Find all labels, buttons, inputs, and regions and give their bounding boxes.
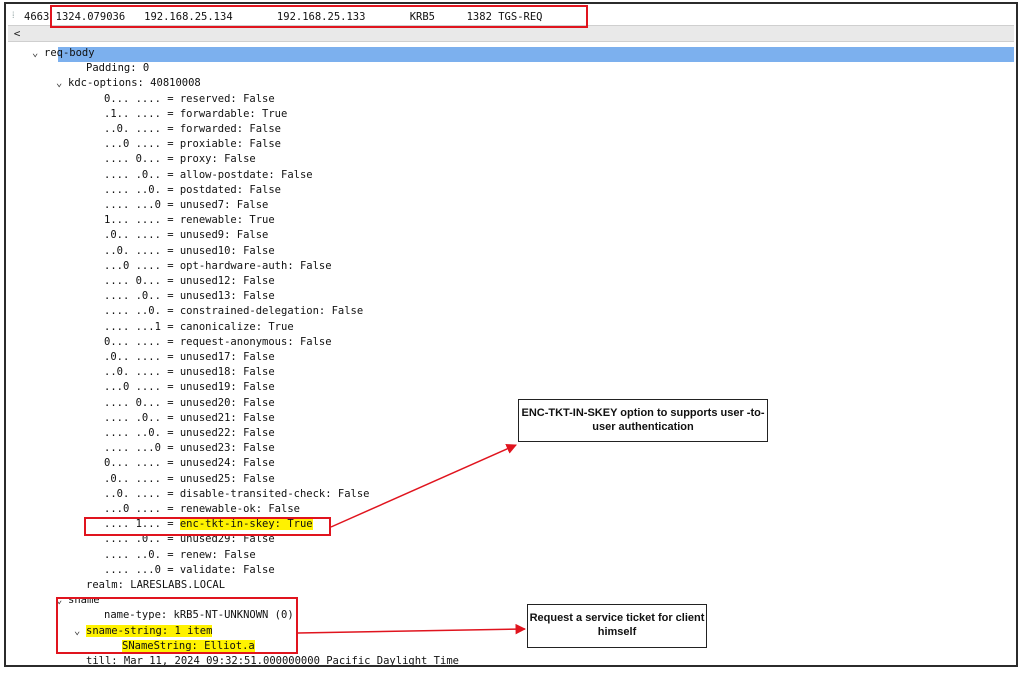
tree-flag-line[interactable]: ..0. .... = disable-transited-check: Fal… (104, 487, 370, 502)
tree-flag-line[interactable]: ...0 .... = renewable-ok: False (104, 502, 300, 517)
tree-flag-line[interactable]: .... 0... = unused20: False (104, 396, 275, 411)
tree-flag-line-text: .... ..0. = constrained-delegation: Fals… (104, 305, 364, 318)
tree-flag-line-text: .... ..0. = postdated: False (104, 183, 282, 196)
tree-flag-line[interactable]: .... ...1 = canonicalize: True (104, 320, 294, 335)
tree-flag-line-text: .... .0.. = unused13: False (104, 290, 275, 303)
packet-row-annotation-box (50, 5, 588, 28)
tree-flag-line[interactable]: .... 0... = unused12: False (104, 274, 275, 289)
tree-realm[interactable]: realm: LARESLABS.LOCAL (86, 578, 225, 593)
tree-req-body[interactable]: ⌄ req-body (32, 46, 95, 61)
tree-flag-line-text: ...0 .... = opt-hardware-auth: False (104, 259, 332, 272)
tree-flag-line[interactable]: .... .0.. = unused13: False (104, 289, 275, 304)
tree-kdc-options-text: kdc-options: 40810008 (68, 77, 201, 90)
tree-flag-line-text: .... ...0 = unused23: False (104, 442, 275, 455)
tree-flag-line[interactable]: ...0 .... = proxiable: False (104, 137, 281, 152)
tree-flag-line[interactable]: ...0 .... = opt-hardware-auth: False (104, 259, 332, 274)
tree-flag-line-text: .0.. .... = unused17: False (104, 351, 275, 363)
tree-flag-line-text: .1.. .... = forwardable: True (104, 107, 288, 120)
tree-flag-line-text: ..0. .... = unused10: False (104, 244, 275, 257)
selected-row-highlight (58, 47, 1014, 62)
enc-tkt-annotation-box (84, 517, 331, 536)
tree-flag-line[interactable]: .... 0... = proxy: False (104, 152, 256, 167)
expand-chevron-icon[interactable]: ⌄ (56, 76, 68, 91)
enc-tkt-callout: ENC-TKT-IN-SKEY option to supports user … (518, 399, 768, 442)
tree-till-text: till: Mar 11, 2024 09:32:51.000000000 Pa… (86, 655, 459, 667)
tree-flag-line[interactable]: .0.. .... = unused25: False (104, 472, 275, 487)
tree-flag-line[interactable]: ..0. .... = forwarded: False (104, 122, 281, 137)
tree-flag-line-text: .... 0... = unused20: False (104, 396, 275, 409)
tree-flag-line[interactable]: .1.. .... = forwardable: True (104, 107, 287, 122)
tree-flag-line-text: .... 0... = unused12: False (104, 275, 275, 287)
tree-flag-line-text: ...0 .... = proxiable: False (104, 138, 282, 151)
tree-flag-line-text: .... ..0. = renew: False (104, 548, 256, 561)
tree-req-body-text: req-body (44, 47, 95, 59)
tree-flag-line[interactable]: .0.. .... = unused17: False (104, 350, 275, 365)
tree-flag-line-text: .... .0.. = unused21: False (104, 411, 275, 424)
tree-flag-line-text: .0.. .... = unused25: False (104, 472, 275, 485)
tree-flag-line-text: ..0. .... = unused18: False (104, 366, 275, 379)
packet-marker-icon: ⁞ (12, 11, 15, 21)
enc-tkt-callout-text: ENC-TKT-IN-SKEY option to supports user … (521, 407, 765, 433)
tree-flag-line-text: ..0. .... = disable-transited-check: Fal… (104, 487, 370, 500)
tree-flag-line-text: ...0 .... = unused19: False (104, 381, 275, 394)
tree-flag-line[interactable]: ...0 .... = unused19: False (104, 380, 275, 395)
tree-flag-line-text: 0... .... = reserved: False (104, 92, 275, 105)
tree-flag-line-text: .... ...0 = unused7: False (104, 199, 269, 211)
tree-flag-line-text: .0.. .... = unused9: False (104, 229, 269, 242)
tree-flag-line[interactable]: .... ..0. = renew: False (104, 548, 256, 563)
tree-padding[interactable]: Padding: 0 (86, 61, 149, 76)
sname-annotation-box (56, 597, 298, 654)
tree-flag-line[interactable]: 0... .... = reserved: False (104, 92, 275, 107)
tree-flag-line-text: .... ...1 = canonicalize: True (104, 320, 294, 333)
tree-kdc-options[interactable]: ⌄ kdc-options: 40810008 (56, 76, 201, 91)
tree-flag-line-text: .... .0.. = allow-postdate: False (104, 168, 313, 181)
screenshot-frame: ⁞ 4663 1324.079036 192.168.25.134 192.16… (4, 2, 1018, 667)
tree-flag-line[interactable]: .... ..0. = postdated: False (104, 183, 281, 198)
tree-flag-line-text: 0... .... = unused24: False (104, 457, 275, 470)
expand-chevron-icon[interactable]: ⌄ (32, 46, 44, 61)
tree-flag-line[interactable]: .... ..0. = unused22: False (104, 426, 275, 441)
tree-flag-line[interactable]: 1... .... = renewable: True (104, 213, 275, 228)
tree-flag-line[interactable]: .... .0.. = unused21: False (104, 411, 275, 426)
tree-flag-line[interactable]: 0... .... = unused24: False (104, 456, 275, 471)
tree-flag-line[interactable]: ..0. .... = unused10: False (104, 244, 275, 259)
tree-flag-line-text: 0... .... = request-anonymous: False (104, 335, 332, 348)
tree-flag-line[interactable]: .... .0.. = allow-postdate: False (104, 168, 313, 183)
tree-padding-text: Padding: 0 (86, 62, 150, 75)
service-ticket-callout: Request a service ticket for client hims… (527, 604, 707, 648)
tree-flag-line[interactable]: .0.. .... = unused9: False (104, 228, 268, 243)
tree-flag-line[interactable]: 0... .... = request-anonymous: False (104, 335, 332, 350)
tree-flag-line[interactable]: .... ..0. = constrained-delegation: Fals… (104, 304, 363, 319)
tree-flag-line-text: 1... .... = renewable: True (104, 214, 275, 227)
tree-flag-line-text: .... 0... = proxy: False (104, 153, 256, 166)
tree-flag-line-text: ...0 .... = renewable-ok: False (104, 503, 300, 515)
service-ticket-callout-text: Request a service ticket for client hims… (529, 612, 705, 638)
tree-flag-line[interactable]: .... ...0 = unused23: False (104, 441, 275, 456)
tree-flag-line-text: .... ...0 = validate: False (104, 563, 275, 576)
tree-flag-line[interactable]: .... ...0 = validate: False (104, 563, 275, 578)
packet-number: 4663 (24, 11, 50, 23)
tree-flag-line-text: .... ..0. = unused22: False (104, 427, 275, 439)
tree-flag-line[interactable]: ..0. .... = unused18: False (104, 365, 275, 380)
tree-realm-text: realm: LARESLABS.LOCAL (86, 579, 226, 591)
tree-flag-line[interactable]: .... ...0 = unused7: False (104, 198, 268, 213)
tree-flag-line-text: ..0. .... = forwarded: False (104, 123, 282, 135)
tree-till[interactable]: till: Mar 11, 2024 09:32:51.000000000 Pa… (86, 654, 459, 667)
scroll-left-icon[interactable]: < (11, 26, 23, 41)
